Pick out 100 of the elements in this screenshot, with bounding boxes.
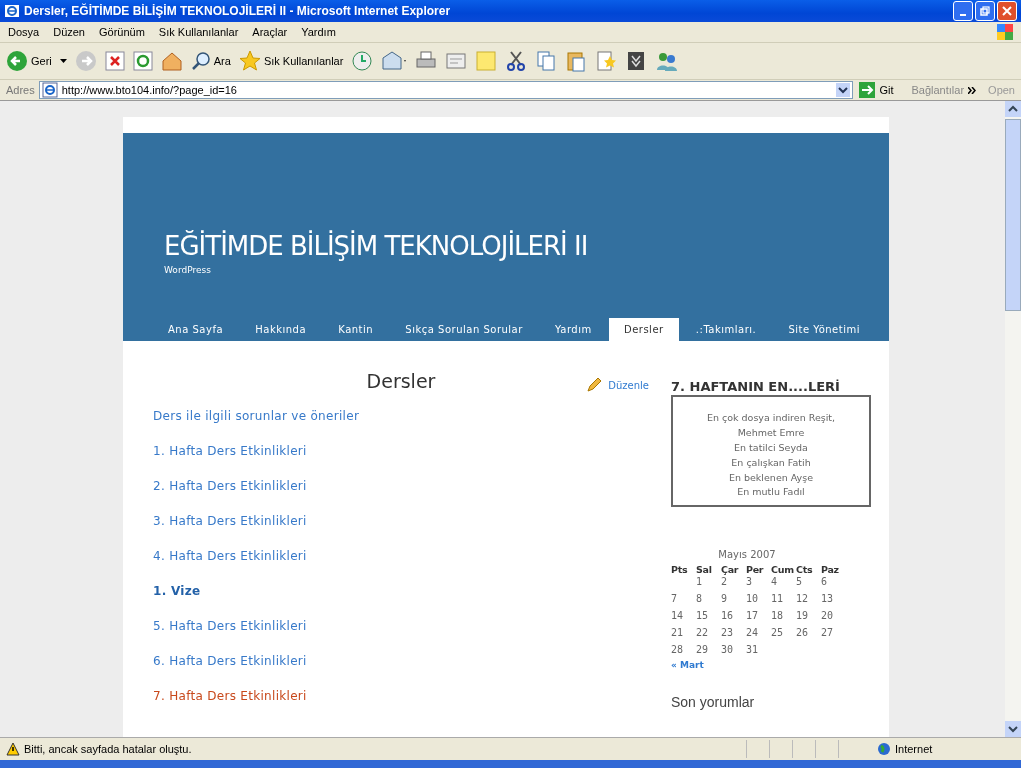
post-link[interactable]: 1. Vize bbox=[153, 584, 649, 619]
close-button[interactable] bbox=[997, 1, 1017, 21]
widget-title: 7. HAFTANIN EN....LERİ bbox=[671, 379, 841, 394]
nav-tab[interactable]: Ana Sayfa bbox=[153, 318, 239, 341]
calendar-day: 17 bbox=[746, 610, 771, 626]
menu-item[interactable]: Yardım bbox=[301, 26, 336, 38]
calendar-day: 19 bbox=[796, 610, 821, 626]
calendar-day: 31 bbox=[746, 644, 771, 660]
weekday-header: Per bbox=[746, 564, 765, 575]
warning-icon bbox=[6, 742, 20, 756]
weekday-header: Çar bbox=[721, 564, 740, 575]
minimize-button[interactable] bbox=[953, 1, 973, 21]
calendar-day: 18 bbox=[771, 610, 796, 626]
people-icon[interactable] bbox=[655, 50, 680, 72]
weekday-header: Pts bbox=[671, 564, 689, 575]
calendar-day: 30 bbox=[721, 644, 746, 660]
search-icon bbox=[190, 51, 211, 71]
calendar-day: 25 bbox=[771, 627, 796, 643]
nav-tab[interactable]: Kantin bbox=[323, 318, 389, 341]
calendar-day: 10 bbox=[746, 593, 771, 609]
weekday-header: Cts bbox=[796, 564, 814, 575]
home-icon[interactable] bbox=[160, 50, 183, 72]
section-title: Son yorumlar bbox=[671, 694, 756, 710]
calendar-day: 9 bbox=[721, 593, 746, 609]
calendar-day: 20 bbox=[821, 610, 846, 626]
favorites-button[interactable]: Sık Kullanılanlar bbox=[238, 50, 344, 72]
stop-icon[interactable] bbox=[104, 51, 125, 71]
browser-icon bbox=[4, 3, 20, 19]
calendar-day: 8 bbox=[696, 593, 721, 609]
calendar-day: 24 bbox=[746, 627, 771, 643]
post-link[interactable]: 3. Hafta Ders Etkinlikleri bbox=[153, 514, 649, 549]
scrolling-text-line: En mutlu Fadıl bbox=[737, 486, 805, 498]
menu-item[interactable]: Sık Kullanılanlar bbox=[158, 26, 239, 38]
nav-tab[interactable]: Yardım bbox=[540, 318, 607, 341]
post-link[interactable]: 7. Hafta Ders Etkinlikleri bbox=[153, 689, 649, 724]
go-button[interactable]: Git bbox=[857, 82, 908, 98]
address-label: Adres bbox=[6, 84, 35, 96]
caret-icon[interactable] bbox=[59, 59, 67, 63]
menu-item[interactable]: Görünüm bbox=[99, 26, 145, 38]
calendar-day: 26 bbox=[796, 627, 821, 643]
scrolling-text-line: Mehmet Emre bbox=[737, 426, 805, 440]
scrolling-text-line: En beklenen Ayşe bbox=[728, 471, 814, 485]
post-link[interactable]: 2. Hafta Ders Etkinlikleri bbox=[153, 479, 649, 514]
post-link[interactable]: Ders ile ilgili sorunlar ve öneriler bbox=[153, 409, 649, 444]
address-field[interactable]: http://www.bto104.info/?page_id=16 bbox=[38, 81, 854, 99]
star-page-icon[interactable] bbox=[595, 50, 618, 72]
nav-tab[interactable]: .:Takımları. bbox=[680, 318, 772, 341]
zone-label: Internet bbox=[895, 743, 934, 755]
scrolling-text-line: En çok dosya indiren Reşit, bbox=[706, 411, 836, 425]
nav-tab[interactable]: Hakkında bbox=[240, 318, 322, 341]
chevron-icon[interactable] bbox=[968, 86, 977, 94]
search-button[interactable]: Ara bbox=[190, 51, 231, 71]
post-link[interactable]: 5. Hafta Ders Etkinlikleri bbox=[153, 619, 649, 654]
menu-item[interactable]: Düzen bbox=[53, 26, 85, 38]
arrow-icon bbox=[859, 82, 876, 98]
calendar-day: 15 bbox=[696, 610, 721, 626]
calendar-day: 22 bbox=[696, 627, 721, 643]
close-icon bbox=[1002, 6, 1012, 16]
calendar-day: 4 bbox=[771, 576, 796, 592]
post-title: Dersler bbox=[366, 370, 436, 392]
nav-tab[interactable]: Site Yönetimi bbox=[773, 318, 875, 341]
scissors-icon[interactable] bbox=[505, 50, 528, 72]
post-link[interactable]: 6. Hafta Ders Etkinlikleri bbox=[153, 654, 649, 689]
copy-icon[interactable] bbox=[535, 50, 558, 72]
nav-tab[interactable]: Dersler bbox=[608, 318, 679, 341]
previous-month-link[interactable]: « Mart bbox=[671, 660, 871, 670]
nav-tab[interactable]: Sıkça Sorulan Sorular bbox=[390, 318, 538, 341]
calendar-day: 6 bbox=[821, 576, 846, 592]
maximize-button[interactable] bbox=[975, 1, 995, 21]
menu-item[interactable]: Araçlar bbox=[252, 26, 288, 38]
calendar-day: 1 bbox=[696, 576, 721, 592]
refresh-icon[interactable] bbox=[132, 51, 153, 71]
links-label[interactable]: Bağlantılar bbox=[911, 84, 965, 96]
post-link[interactable]: 1. Hafta Ders Etkinlikleri bbox=[153, 444, 649, 479]
status-text: Bitti, ancak sayfada hatalar oluştu. bbox=[24, 743, 193, 755]
calendar-day: 13 bbox=[821, 593, 846, 609]
calendar-day: 23 bbox=[721, 627, 746, 643]
globe-icon bbox=[877, 742, 891, 756]
calendar-day: 11 bbox=[771, 593, 796, 609]
calendar-day: 12 bbox=[796, 593, 821, 609]
windows-logo-icon bbox=[997, 24, 1013, 40]
calendar-caption: Mayıs 2007 bbox=[717, 549, 777, 560]
dropdown-icon[interactable] bbox=[836, 83, 851, 97]
star-icon bbox=[238, 50, 261, 72]
site-title[interactable]: EĞİTİMDE BİLİŞİM TEKNOLOJİLERİ II bbox=[164, 230, 889, 261]
history-icon[interactable] bbox=[351, 50, 374, 72]
paste-icon[interactable] bbox=[565, 50, 588, 72]
edit-link[interactable]: Düzenle bbox=[586, 377, 649, 393]
weekday-header: Paz bbox=[821, 564, 840, 575]
back-button[interactable]: Geri bbox=[6, 50, 52, 72]
calendar-day: 5 bbox=[796, 576, 821, 592]
calendar-day: 21 bbox=[671, 627, 696, 643]
calendar-day: 16 bbox=[721, 610, 746, 626]
weekday-header: Sal bbox=[696, 564, 713, 575]
calendar-day: 2 bbox=[721, 576, 746, 592]
page-icon bbox=[41, 82, 58, 98]
calendar-day: 14 bbox=[671, 610, 696, 626]
post-link[interactable]: 4. Hafta Ders Etkinlikleri bbox=[153, 549, 649, 584]
menu-item[interactable]: Dosya bbox=[8, 26, 40, 38]
calendar-day: 28 bbox=[671, 644, 696, 660]
